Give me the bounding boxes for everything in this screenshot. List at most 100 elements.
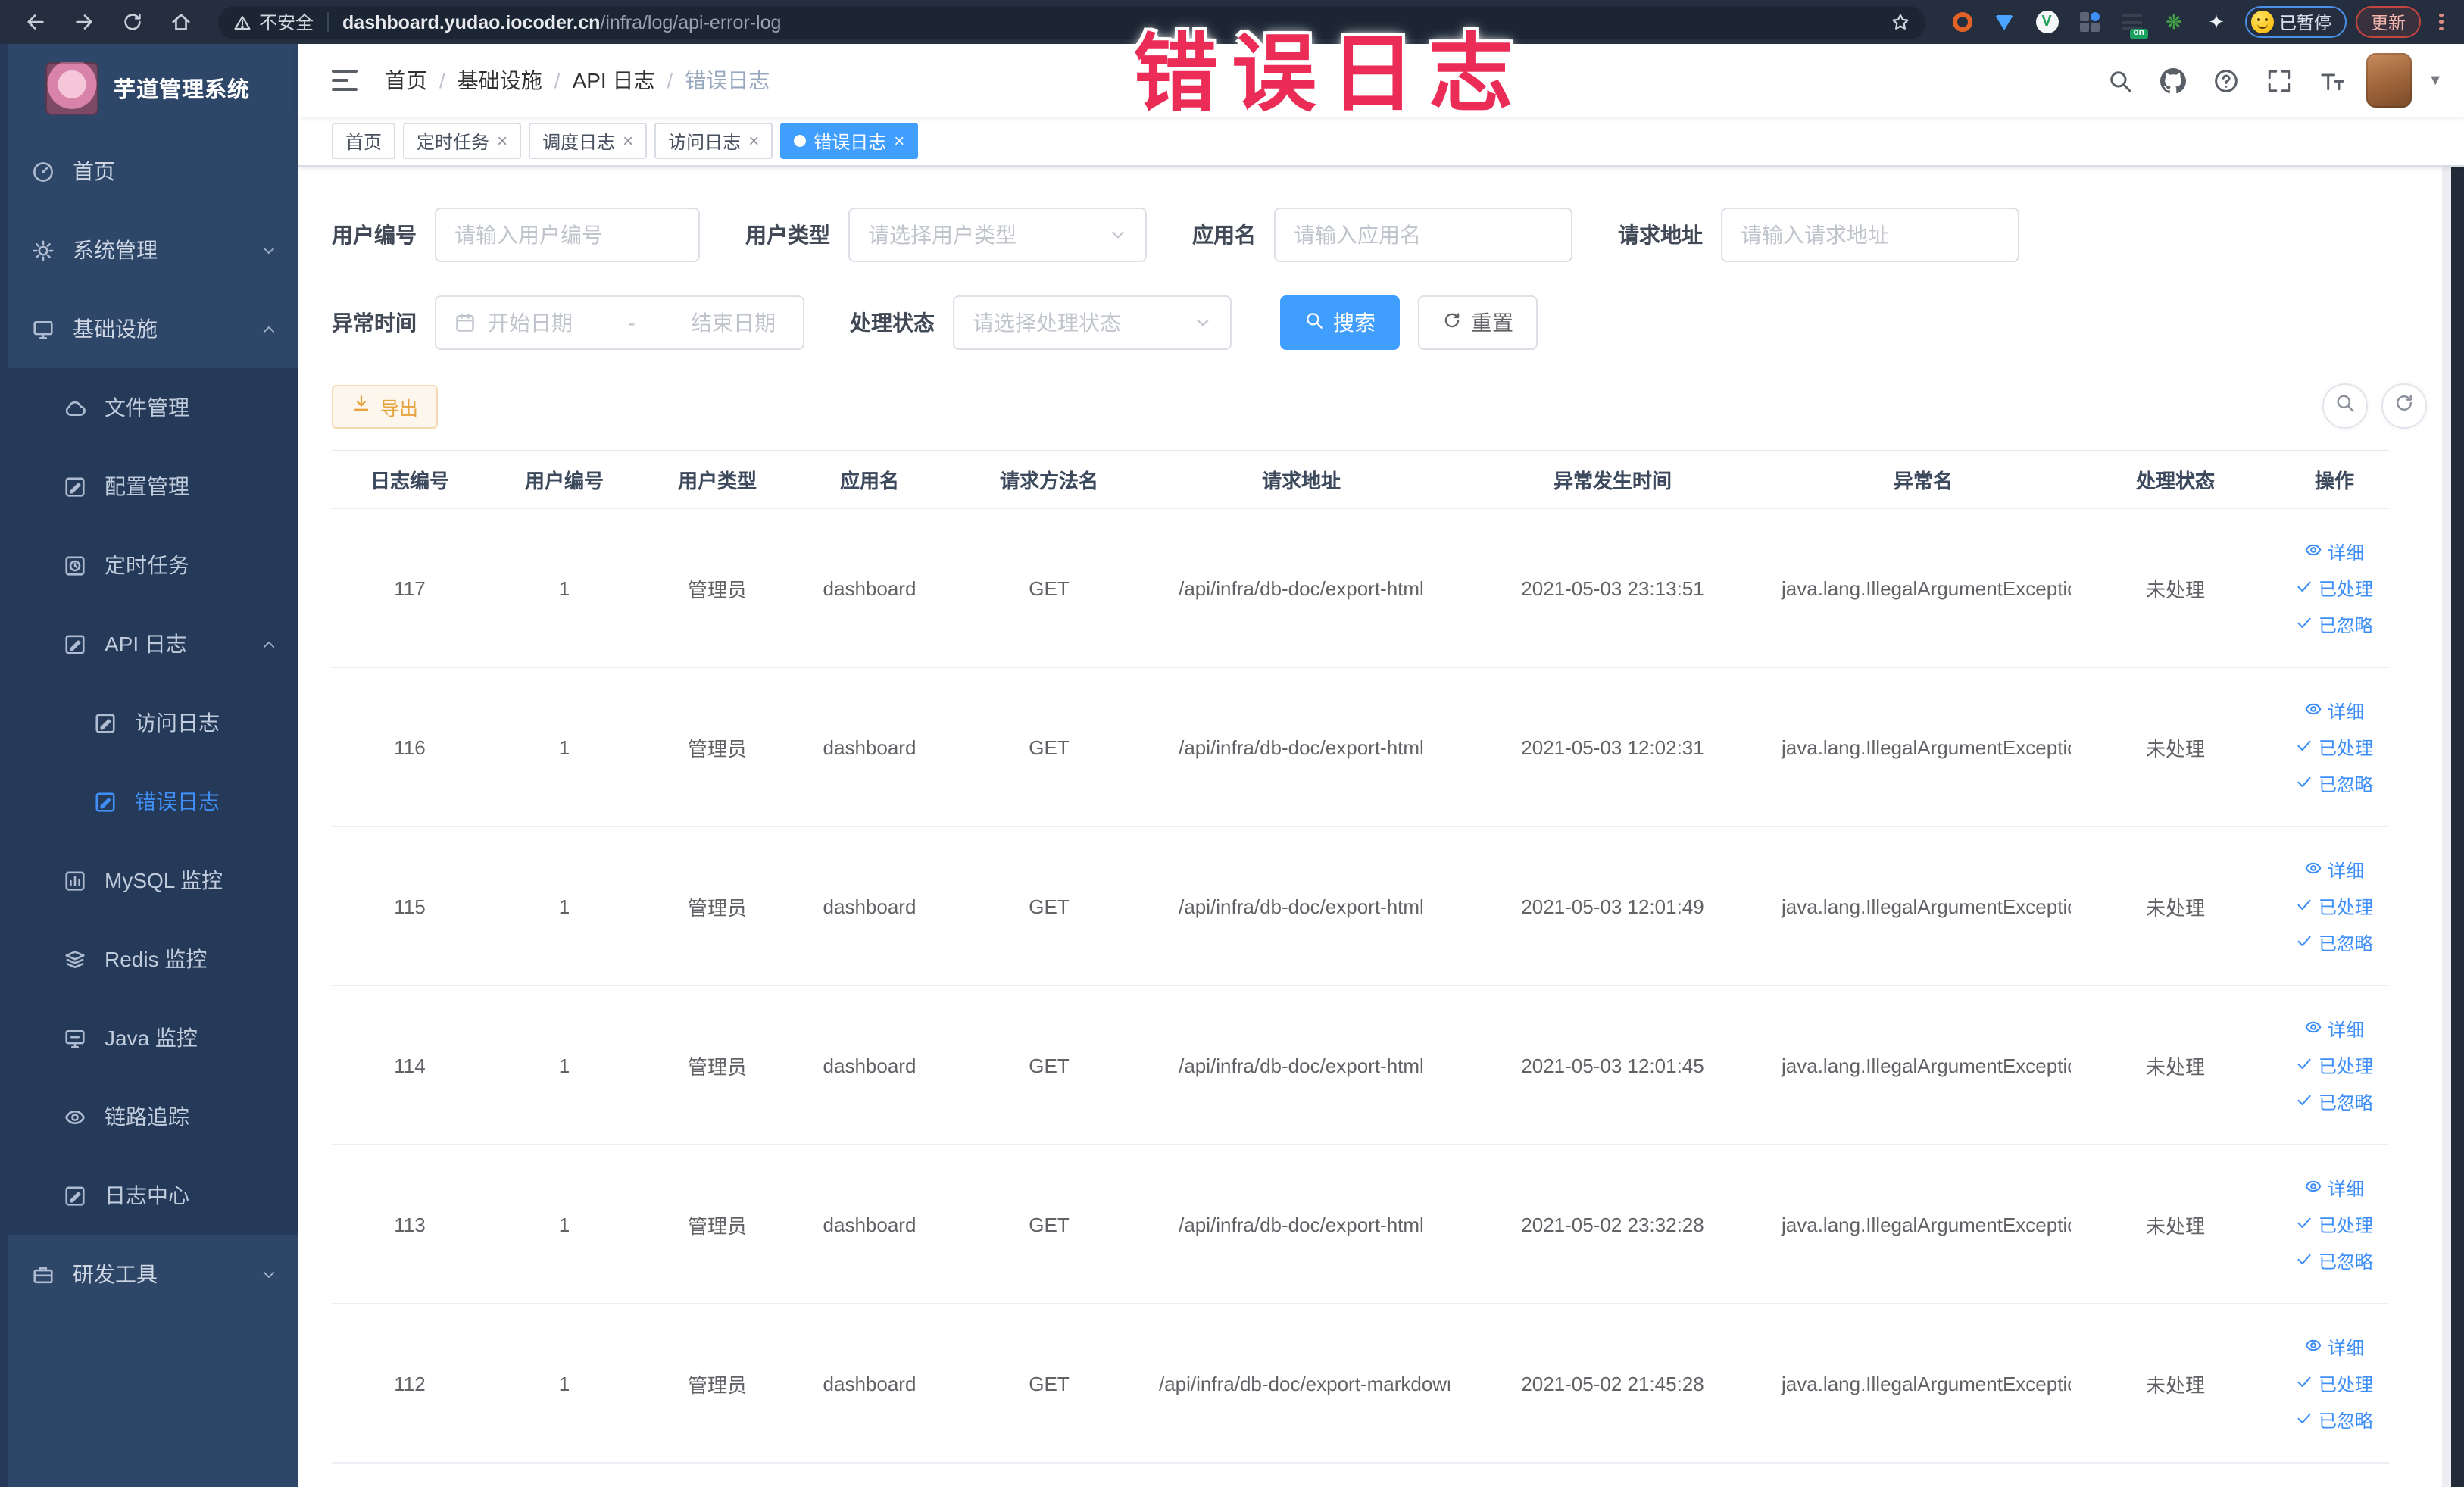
user-type-select[interactable]: 请选择用户类型 [848, 208, 1147, 262]
close-tab-icon[interactable]: × [748, 132, 759, 150]
ext-grid-icon[interactable] [2076, 9, 2102, 35]
action-detail-link[interactable]: 详细 [2305, 857, 2364, 883]
close-tab-icon[interactable]: × [497, 132, 507, 150]
action-processed-link[interactable]: 已处理 [2296, 734, 2373, 760]
ext-sprout-icon[interactable]: ❋ [2161, 9, 2187, 35]
user-id-input[interactable] [435, 208, 700, 262]
back-icon[interactable] [15, 5, 55, 39]
user-id-label: 用户编号 [332, 223, 417, 247]
sidebar-item-9[interactable]: MySQL 监控 [0, 841, 298, 920]
reload-icon[interactable] [112, 5, 151, 39]
ext-flower-icon[interactable]: ✦ [2203, 9, 2229, 35]
action-detail-link[interactable]: 详细 [2305, 698, 2364, 723]
caret-down-icon[interactable]: ▼ [2428, 72, 2443, 89]
toggle-search-button[interactable] [2322, 383, 2367, 429]
ext-green-v-icon[interactable]: V [2034, 9, 2060, 35]
process-status-select[interactable]: 请选择处理状态 [953, 295, 1232, 350]
search-icon [2334, 392, 2355, 420]
search-icon[interactable] [2100, 61, 2140, 100]
action-ignored-link[interactable]: 已忽略 [2296, 1248, 2373, 1273]
tab-定时任务[interactable]: 定时任务 × [403, 123, 522, 159]
tab-home[interactable]: 首页 [332, 123, 396, 159]
action-ignored-link[interactable]: 已忽略 [2296, 929, 2373, 955]
action-ignored-link[interactable]: 已忽略 [2296, 770, 2373, 796]
fullscreen-icon[interactable] [2259, 61, 2299, 100]
home-icon[interactable] [161, 5, 200, 39]
action-detail-link[interactable]: 详细 [2305, 1175, 2364, 1201]
close-tab-icon[interactable]: × [894, 132, 904, 150]
close-tab-icon[interactable]: × [623, 132, 633, 150]
action-label: 已忽略 [2318, 614, 2373, 636]
action-processed-link[interactable]: 已处理 [2296, 1370, 2373, 1396]
sidebar-item-7[interactable]: 访问日志 [0, 683, 298, 762]
chrome-menu-icon[interactable] [2433, 13, 2449, 31]
refresh-table-button[interactable] [2381, 383, 2426, 429]
action-detail-link[interactable]: 详细 [2305, 1334, 2364, 1360]
cloud-icon [64, 396, 86, 419]
action-ignored-link[interactable]: 已忽略 [2296, 611, 2373, 637]
sidebar-item-2[interactable]: 基础设施 [0, 289, 298, 368]
check-icon [2296, 772, 2314, 795]
breadcrumb-item[interactable]: 基础设施 [458, 65, 542, 95]
action-processed-link[interactable]: 已处理 [2296, 575, 2373, 601]
column-header-7: 异常名 [1775, 450, 2071, 509]
tab-访问日志[interactable]: 访问日志 × [654, 123, 773, 159]
breadcrumb-item[interactable]: 首页 [385, 65, 427, 95]
chrome-update-button[interactable]: 更新 [2356, 6, 2421, 38]
page-scrollbar[interactable] [2441, 44, 2450, 1487]
sidebar-item-8[interactable]: 错误日志 [0, 762, 298, 841]
sidebar-item-10[interactable]: Redis 监控 [0, 920, 298, 998]
sidebar-item-3[interactable]: 文件管理 [0, 368, 298, 447]
sidebar-item-12[interactable]: 链路追踪 [0, 1077, 298, 1156]
table-row: 115 1 管理员 dashboard GET/api/infra/db-doc/exp… [332, 826, 2389, 986]
app-logo[interactable]: 芋道管理系统 [0, 44, 298, 132]
user-avatar[interactable] [2366, 53, 2412, 108]
action-detail-link[interactable]: 详细 [2305, 539, 2364, 564]
bookmark-star-icon[interactable] [1890, 12, 1910, 32]
action-processed-link[interactable]: 已处理 [2296, 893, 2373, 919]
profile-paused-chip[interactable]: 已暂停 [2244, 6, 2347, 38]
paused-label: 已暂停 [2279, 14, 2331, 33]
action-label: 已忽略 [2318, 1410, 2373, 1431]
app-name-input[interactable] [1274, 208, 1572, 262]
cell-user-id: 1 [488, 986, 641, 1145]
cell-log-id: 117 [332, 508, 488, 668]
sidebar-item-4[interactable]: 配置管理 [0, 447, 298, 526]
extension-icons: Von ❋ ✦ [1949, 9, 2229, 39]
tab-错误日志[interactable]: 错误日志 × [780, 123, 919, 159]
search-button[interactable]: 搜索 [1280, 295, 1400, 350]
window-edge [2450, 44, 2464, 1487]
sidebar-item-1[interactable]: 系统管理 [0, 211, 298, 289]
cell-exception-name: java.lang.IllegalArgumentException [1775, 986, 2071, 1145]
action-ignored-link[interactable]: 已忽略 [2296, 1089, 2373, 1114]
action-ignored-link[interactable]: 已忽略 [2296, 1407, 2373, 1432]
cell-log-id: 116 [332, 667, 488, 827]
hamburger-icon[interactable] [320, 61, 370, 101]
github-icon[interactable] [2153, 61, 2193, 100]
sidebar-item-14[interactable]: 研发工具 [0, 1235, 298, 1314]
sidebar-item-0[interactable]: 首页 [0, 132, 298, 211]
action-processed-link[interactable]: 已处理 [2296, 1052, 2373, 1078]
sidebar-item-13[interactable]: 日志中心 [0, 1156, 298, 1235]
export-button[interactable]: 导出 [332, 384, 439, 428]
ext-on-badge-icon[interactable]: on [2119, 9, 2147, 39]
sidebar-item-11[interactable]: Java 监控 [0, 998, 298, 1077]
exception-time-range-picker[interactable]: 开始日期 - 结束日期 [435, 295, 804, 350]
action-processed-link[interactable]: 已处理 [2296, 1211, 2373, 1237]
request-url-input[interactable] [1721, 208, 2019, 262]
forward-icon[interactable] [64, 5, 103, 39]
breadcrumb-item[interactable]: API 日志 [573, 65, 655, 95]
action-detail-link[interactable]: 详细 [2305, 1016, 2364, 1042]
help-icon[interactable] [2206, 61, 2246, 100]
tab-调度日志[interactable]: 调度日志 × [529, 123, 648, 159]
reset-button[interactable]: 重置 [1418, 295, 1538, 350]
sidebar-item-5[interactable]: 定时任务 [0, 526, 298, 604]
ext-blue-drop-icon[interactable] [1991, 9, 2017, 35]
address-bar[interactable]: 不安全 dashboard.yudao.iocoder.cn /infra/lo… [218, 5, 1925, 39]
cell-actions: 详细已处理已忽略 [2280, 1304, 2389, 1464]
ext-orange-ring-icon[interactable] [1949, 9, 1975, 35]
edit-square-icon [64, 475, 86, 498]
cell-actions: 详细 已处理 已忽略 [2280, 826, 2389, 986]
sidebar-item-6[interactable]: API 日志 [0, 604, 298, 683]
font-size-icon[interactable] [2313, 61, 2352, 100]
